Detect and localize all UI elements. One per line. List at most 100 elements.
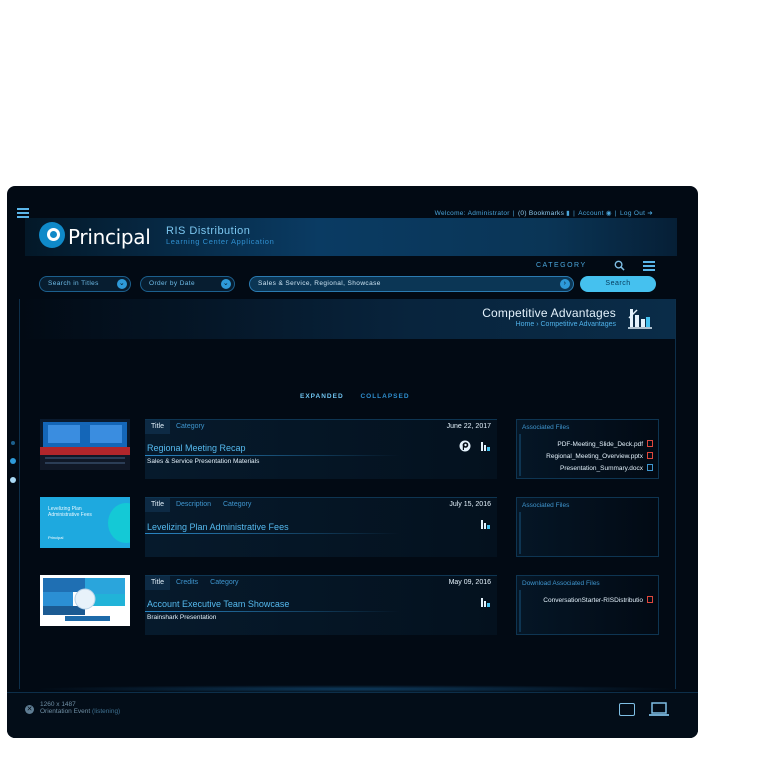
page-dot-active[interactable] <box>10 477 16 483</box>
entry-tabs: Title Category <box>145 420 210 434</box>
laptop-icon[interactable] <box>649 702 669 717</box>
search-icon[interactable] <box>614 260 625 271</box>
entry-details: Title Category June 22, 2017 Regional Me… <box>145 419 497 479</box>
tab-category[interactable]: Category <box>217 498 257 512</box>
arrow-right-icon: › <box>560 279 570 289</box>
files-scrollbar[interactable] <box>519 512 521 554</box>
logout-link[interactable]: Log Out <box>620 210 645 217</box>
bar-chart-icon <box>481 520 490 529</box>
file-link[interactable]: Regional_Meeting_Overview.pptx <box>546 452 653 460</box>
logo-text[interactable]: Principal <box>68 225 151 249</box>
page-indicator <box>10 441 16 496</box>
chevron-down-icon: ⌄ <box>221 279 231 289</box>
app-window: Welcome: Administrator | (0) Bookmarks ▮ … <box>7 186 698 738</box>
list-item: Title Credits Category May 09, 2016 Acco… <box>40 575 670 635</box>
video-thumbnail[interactable] <box>40 419 130 470</box>
files-header: Download Associated Files <box>522 580 600 587</box>
tab-title[interactable]: Title <box>145 576 170 590</box>
title-underline <box>145 611 400 612</box>
category-value: Sales & Service, Regional, Showcase <box>258 280 381 287</box>
breadcrumb-home[interactable]: Home <box>516 321 535 328</box>
order-by-select[interactable]: Order by Date ⌄ <box>140 276 235 292</box>
tablet-icon[interactable] <box>619 703 635 716</box>
side-menu-icon[interactable] <box>17 208 29 218</box>
tab-title[interactable]: Title <box>145 498 170 512</box>
user-icon: ◉ <box>605 210 612 217</box>
entry-date: May 09, 2016 <box>448 579 491 586</box>
associated-files-panel: Download Associated Files ConversationSt… <box>516 575 659 635</box>
video-thumbnail[interactable]: Levelizing Plan Administrative Fees Prin… <box>40 497 130 548</box>
category-select[interactable]: Sales & Service, Regional, Showcase › <box>249 276 574 292</box>
file-link[interactable]: PDF-Meeting_Slide_Deck.pdf <box>557 440 653 448</box>
expanded-toggle[interactable]: EXPANDED <box>300 393 344 400</box>
main-content: Competitive Advantages Home › Competitiv… <box>19 299 676 689</box>
close-icon[interactable]: ✕ <box>25 705 34 714</box>
associated-files-panel: Associated Files <box>516 497 659 557</box>
entry-subtitle: Brainshark Presentation <box>147 614 217 621</box>
entry-tabs: Title Description Category <box>145 498 257 512</box>
chevron-down-icon: ⌄ <box>117 279 127 289</box>
status-bar: ✕ 1260 x 1487 Orientation Event (listeni… <box>7 692 698 738</box>
search-button[interactable]: Search <box>580 276 656 292</box>
app-title: RIS Distribution <box>166 225 251 237</box>
orientation-state: (listening) <box>92 708 121 715</box>
orientation-status: Orientation Event (listening) <box>40 708 120 715</box>
page-title: Competitive Advantages <box>482 306 616 320</box>
app-subtitle: Learning Center Application <box>166 237 275 246</box>
tab-category[interactable]: Category <box>204 576 244 590</box>
file-link[interactable]: Presentation_Summary.docx <box>560 464 653 472</box>
principal-logo-icon[interactable] <box>39 222 65 248</box>
category-toggle[interactable]: CATEGORY <box>536 262 587 269</box>
tab-category[interactable]: Category <box>170 420 210 434</box>
breadcrumb: Home › Competitive Advantages <box>516 321 616 328</box>
docx-file-icon <box>647 464 653 471</box>
entry-subtitle: Sales & Service Presentation Materials <box>147 458 260 465</box>
bookmark-icon: ▮ <box>566 210 571 217</box>
tab-credits[interactable]: Credits <box>170 576 204 590</box>
tab-title[interactable]: Title <box>145 420 170 434</box>
entry-title[interactable]: Regional Meeting Recap <box>147 443 246 453</box>
page-header: Competitive Advantages Home › Competitiv… <box>20 299 675 339</box>
entry-date: July 15, 2016 <box>449 501 491 508</box>
pptx-file-icon <box>647 452 653 459</box>
welcome-text: Welcome: Administrator <box>434 210 510 217</box>
bar-chart-icon <box>481 598 490 607</box>
thumbnail-logo-text: Principal <box>48 535 64 540</box>
files-scrollbar[interactable] <box>519 590 521 632</box>
view-toggle: EXPANDED COLLAPSED <box>300 393 410 400</box>
title-underline <box>145 533 400 534</box>
video-thumbnail[interactable] <box>40 575 130 626</box>
title-underline <box>145 455 400 456</box>
pdf-file-icon <box>647 596 653 603</box>
page-dot[interactable] <box>11 441 15 445</box>
file-link[interactable]: ConversationStarter-RISDistributio <box>543 596 653 604</box>
bookmarks-link[interactable]: (0) Bookmarks <box>518 210 564 217</box>
list-item: Title Category June 22, 2017 Regional Me… <box>40 419 670 479</box>
bar-chart-icon <box>628 309 652 329</box>
viewport-dimensions: 1260 x 1487 <box>40 701 76 708</box>
tab-description[interactable]: Description <box>170 498 217 512</box>
list-item: Levelizing Plan Administrative Fees Prin… <box>40 497 670 557</box>
files-scrollbar[interactable] <box>519 434 521 476</box>
associated-files-panel: Associated Files PDF-Meeting_Slide_Deck.… <box>516 419 659 479</box>
logout-icon: ➜ <box>647 210 653 217</box>
principal-p-icon <box>459 440 471 452</box>
search-in-select[interactable]: Search in Titles ⌄ <box>39 276 131 292</box>
orientation-label: Orientation Event <box>40 708 91 715</box>
bar-chart-icon <box>481 442 490 451</box>
page-dot[interactable] <box>10 458 16 464</box>
collapsed-toggle[interactable]: COLLAPSED <box>360 393 409 400</box>
entry-title[interactable]: Account Executive Team Showcase <box>147 599 289 609</box>
header-banner: Principal RIS Distribution Learning Cent… <box>25 218 677 256</box>
order-by-value: Order by Date <box>149 280 196 287</box>
files-header: Associated Files <box>522 502 570 509</box>
entry-details: Title Credits Category May 09, 2016 Acco… <box>145 575 497 635</box>
menu-icon[interactable] <box>643 261 655 271</box>
entry-details: Title Description Category July 15, 2016… <box>145 497 497 557</box>
thumbnail-caption: Levelizing Plan Administrative Fees <box>48 506 92 518</box>
account-link[interactable]: Account <box>578 210 604 217</box>
files-header: Associated Files <box>522 424 570 431</box>
pdf-file-icon <box>647 440 653 447</box>
entry-title[interactable]: Levelizing Plan Administrative Fees <box>147 522 289 532</box>
entry-tabs: Title Credits Category <box>145 576 245 590</box>
